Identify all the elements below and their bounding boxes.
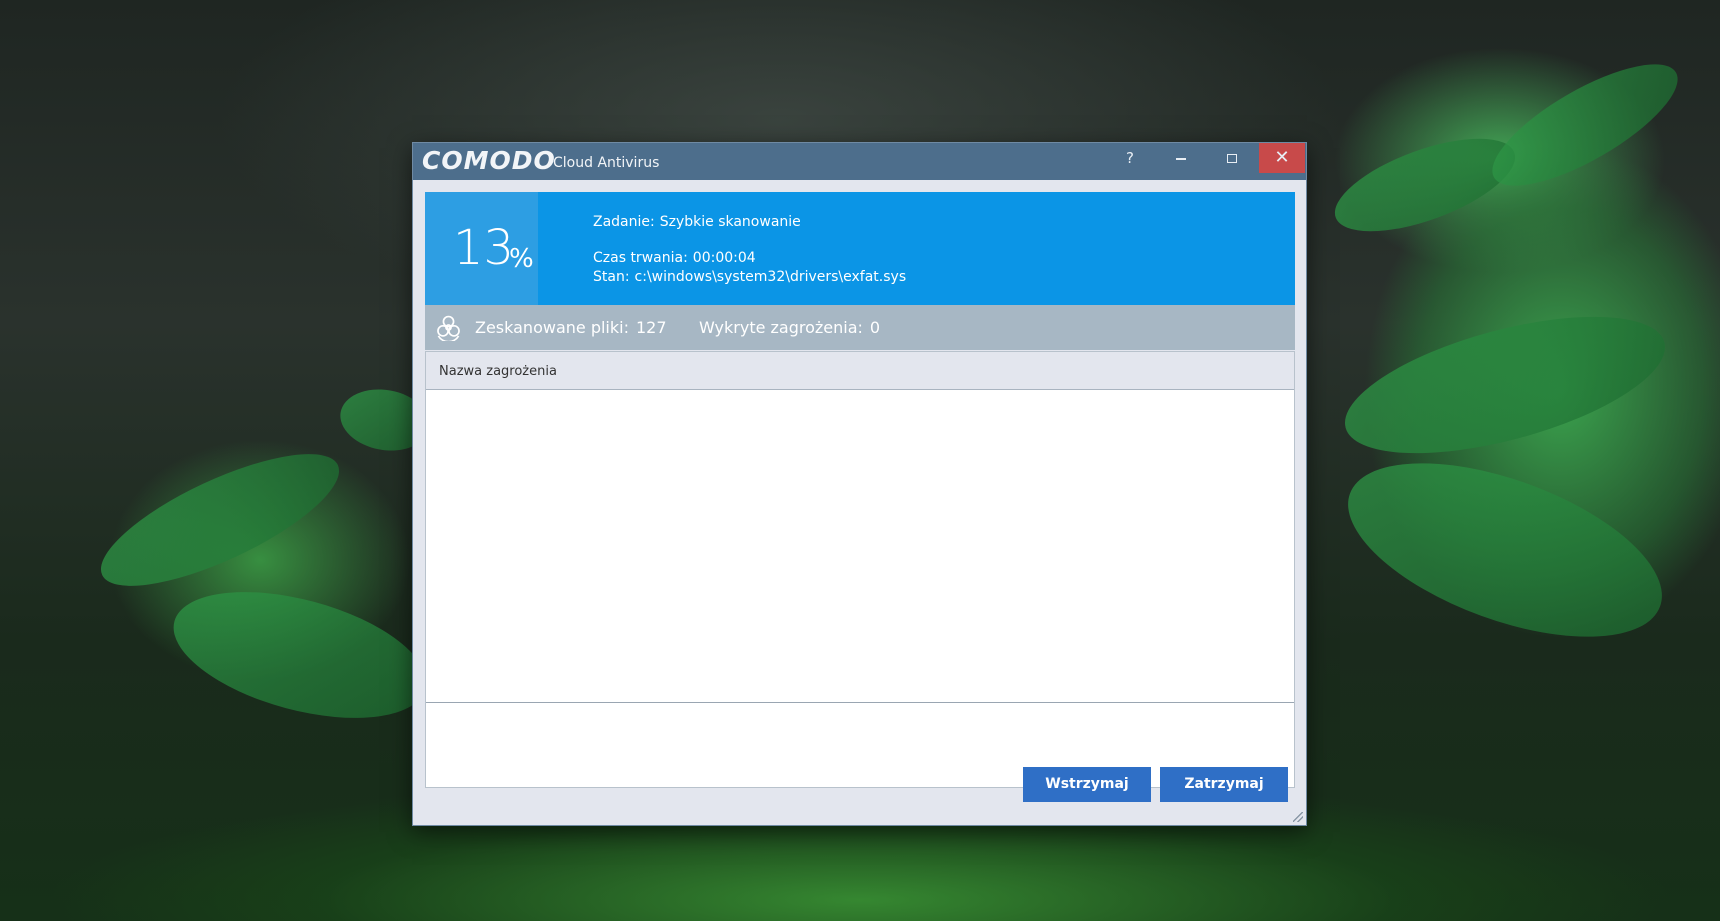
title-bar[interactable]: COMODO Cloud Antivirus ? ✕ (413, 143, 1306, 180)
detected-threats-label: Wykryte zagrożenia: (699, 318, 863, 337)
wallpaper-fern-leaf (160, 568, 440, 742)
scan-status-line: Stan: c:\windows\system32\drivers\exfat.s… (593, 268, 906, 286)
biohazard-icon (437, 315, 460, 341)
threat-list-body[interactable] (426, 390, 1294, 703)
close-button[interactable]: ✕ (1259, 143, 1305, 173)
scanned-files-count: 127 (635, 318, 667, 337)
help-icon: ? (1126, 149, 1134, 167)
wallpaper-fern-leaf (1331, 289, 1679, 481)
scanned-files-label: Zeskanowane pliki: (475, 318, 629, 337)
wallpaper-fern-leaf (85, 428, 355, 612)
status-label: Stan: (593, 269, 630, 285)
scan-progress-panel: 13 % Zadanie: Szybkie skanowanie Czas trw… (425, 192, 1295, 305)
task-label: Zadanie: (593, 214, 655, 230)
close-icon: ✕ (1274, 147, 1290, 168)
resize-grip-icon[interactable] (1293, 812, 1303, 822)
scan-duration-line: Czas trwania: 00:00:04 (593, 249, 756, 267)
wallpaper-fern-leaf (1476, 42, 1694, 208)
scan-task-line: Zadanie: Szybkie skanowanie (593, 213, 801, 231)
progress-percent-box: 13 % (425, 192, 538, 305)
threat-list: Nazwa zagrożenia (425, 351, 1295, 788)
stop-button[interactable]: Zatrzymaj (1160, 767, 1288, 802)
detected-threats-count: 0 (869, 318, 881, 337)
progress-percent-sign: % (509, 244, 534, 274)
maximize-button[interactable] (1209, 143, 1255, 173)
wallpaper-fern-leaf (1323, 119, 1527, 251)
duration-label: Czas trwania: (593, 250, 688, 266)
pause-button[interactable]: Wstrzymaj (1023, 767, 1151, 802)
duration-value: 00:00:04 (692, 250, 756, 266)
minimize-icon (1176, 157, 1186, 160)
column-header-threat-name[interactable]: Nazwa zagrożenia (439, 364, 557, 380)
comodo-logo: COMODO (422, 146, 556, 175)
scan-window: COMODO Cloud Antivirus ? ✕ 13 % Zadanie:… (412, 142, 1307, 826)
product-name: Cloud Antivirus (553, 155, 660, 171)
status-value: c:\windows\system32\drivers\exfat.sys (634, 269, 907, 285)
maximize-icon (1227, 154, 1237, 163)
scanned-files-stat: Zeskanowane pliki: 127 (475, 318, 667, 338)
wallpaper-fern-leaf (1326, 427, 1684, 673)
detected-threats-stat: Wykryte zagrożenia: 0 (699, 318, 880, 338)
progress-percent-value: 13 (453, 220, 515, 276)
help-button[interactable]: ? (1107, 143, 1153, 173)
threat-list-header: Nazwa zagrożenia (426, 352, 1294, 390)
task-value: Szybkie skanowanie (659, 214, 801, 230)
minimize-button[interactable] (1158, 143, 1204, 173)
scan-stats-bar: Zeskanowane pliki: 127 Wykryte zagrożenia… (425, 305, 1295, 350)
